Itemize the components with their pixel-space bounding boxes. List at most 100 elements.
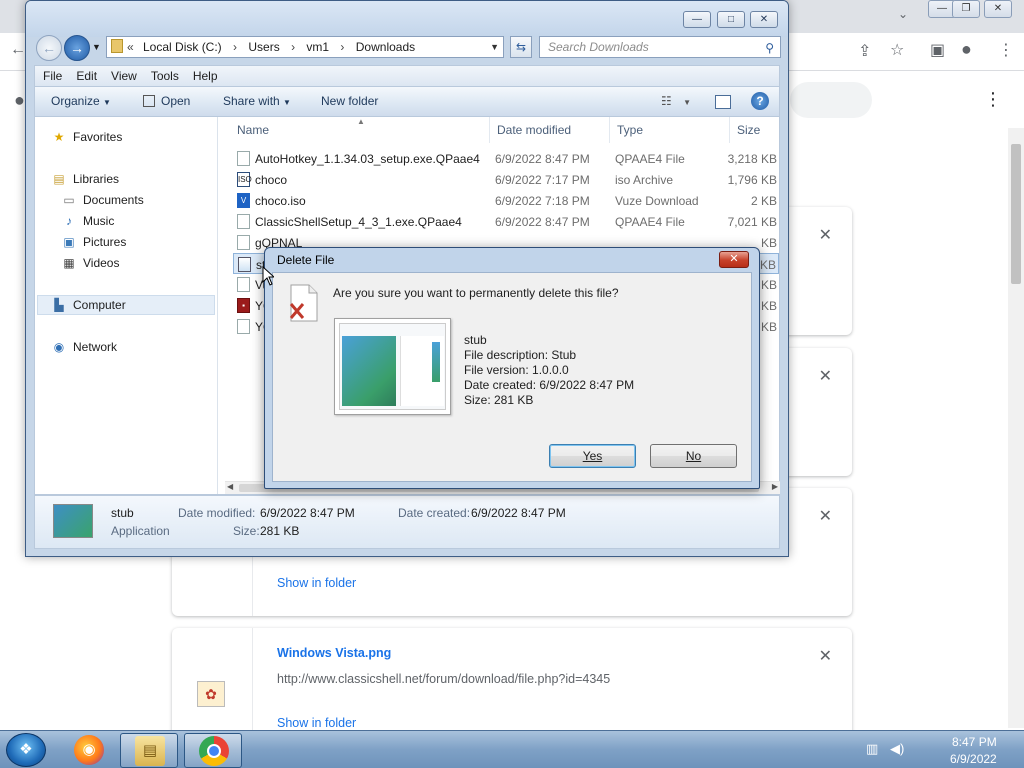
explorer-close-button[interactable]: ✕	[750, 11, 778, 28]
remove-download-icon[interactable]: ✕	[819, 366, 832, 386]
breadcrumb-vm1[interactable]: vm1	[306, 40, 329, 54]
nav-documents[interactable]: ▭ Documents	[61, 193, 143, 207]
nav-favorites-label: Favorites	[73, 130, 123, 144]
chrome-menu-icon[interactable]: ⋮	[998, 40, 1014, 60]
tab-search-icon[interactable]: ⌄	[898, 7, 908, 21]
organize-button[interactable]: Organize ▼	[51, 94, 111, 108]
share-with-label: Share with	[223, 94, 280, 108]
breadcrumb-separator[interactable]: ›	[291, 40, 295, 54]
column-type[interactable]: Type	[617, 123, 643, 137]
network-tray-icon[interactable]: ▥	[866, 741, 878, 757]
menu-tools[interactable]: Tools	[143, 66, 185, 83]
back-button[interactable]: ←	[36, 35, 62, 61]
nav-music[interactable]: ♪ Music	[61, 214, 114, 228]
show-in-folder-link[interactable]: Show in folder	[277, 576, 356, 590]
nav-libraries[interactable]: ▤ Libraries	[51, 172, 119, 186]
bookmark-star-icon[interactable]: ☆	[890, 40, 904, 60]
downloads-more-icon[interactable]: ⋮	[984, 89, 1002, 110]
breadcrumb-local-disk[interactable]: Local Disk (C:)	[143, 40, 222, 54]
menu-help[interactable]: Help	[185, 66, 224, 83]
clock-date[interactable]: 6/9/2022	[950, 752, 997, 766]
breadcrumb-separator[interactable]: ›	[233, 40, 237, 54]
taskbar-firefox[interactable]: ◉	[60, 733, 118, 768]
generic-file-icon	[237, 151, 250, 166]
page-scrollbar[interactable]	[1008, 128, 1024, 728]
address-bar[interactable]: « Local Disk (C:) › Users › vm1 › Downlo…	[106, 36, 504, 58]
explorer-maximize-button[interactable]: □	[717, 11, 745, 28]
detail-kind: Application	[111, 524, 170, 538]
address-dropdown-icon[interactable]: ▼	[490, 37, 499, 57]
refresh-button[interactable]: ⇆	[510, 36, 532, 58]
show-in-folder-link[interactable]: Show in folder	[277, 716, 356, 730]
menu-file[interactable]: File	[35, 66, 68, 83]
column-date-modified[interactable]: Date modified	[497, 123, 571, 137]
command-bar: Organize ▼ Open Share with ▼ New folder …	[34, 87, 780, 117]
volume-icon[interactable]: ◀)	[890, 741, 904, 757]
nav-favorites[interactable]: ★ Favorites	[51, 130, 123, 144]
clock-time[interactable]: 8:47 PM	[952, 735, 997, 749]
breadcrumb-downloads[interactable]: Downloads	[356, 40, 415, 54]
change-view-icon[interactable]: ☷ ▼	[661, 94, 691, 108]
scroll-right-icon[interactable]: ▶	[772, 482, 778, 491]
yes-button[interactable]: Yes	[549, 444, 636, 468]
scroll-left-icon[interactable]: ◀	[227, 482, 233, 491]
nav-videos-label: Videos	[83, 256, 120, 270]
nav-libraries-label: Libraries	[73, 172, 120, 186]
nav-computer[interactable]: ▙ Computer	[51, 298, 126, 312]
explorer-titlebar[interactable]: — □ ✕	[26, 1, 788, 37]
downloads-search[interactable]	[790, 82, 872, 118]
forward-button[interactable]: →	[64, 35, 90, 61]
dialog-body: Are you sure you want to permanently del…	[272, 272, 752, 482]
recent-pages-dropdown-icon[interactable]: ▼	[92, 42, 101, 52]
start-button[interactable]: ❖	[6, 733, 46, 767]
menu-view[interactable]: View	[103, 66, 143, 83]
address-overflow[interactable]: «	[127, 37, 134, 57]
detail-date-created-label: Date created:	[398, 506, 471, 520]
profile-avatar-icon[interactable]: ●	[961, 39, 972, 60]
file-size: KB	[760, 236, 777, 250]
remove-download-icon[interactable]: ✕	[819, 225, 832, 245]
close-window-button[interactable]: ✕	[984, 0, 1012, 18]
column-size[interactable]: Size	[737, 123, 760, 137]
download-title-link[interactable]: Windows Vista.png	[277, 646, 391, 660]
open-button[interactable]: Open	[143, 94, 190, 108]
breadcrumb-users[interactable]: Users	[248, 40, 279, 54]
nav-network[interactable]: ◉ Network	[51, 340, 117, 354]
breadcrumb-separator[interactable]: ›	[340, 40, 344, 54]
menu-edit[interactable]: Edit	[68, 66, 103, 83]
taskbar-chrome[interactable]	[184, 733, 242, 768]
share-with-button[interactable]: Share with ▼	[223, 94, 291, 108]
side-panel-icon[interactable]: ▣	[930, 40, 945, 60]
nav-pictures[interactable]: ▣ Pictures	[61, 235, 126, 249]
help-icon[interactable]: ?	[751, 92, 769, 110]
remove-download-icon[interactable]: ✕	[819, 646, 832, 666]
remove-download-icon[interactable]: ✕	[819, 506, 832, 526]
file-row[interactable]: ClassicShellSetup_4_3_1.exe.QPaae4 6/9/2…	[233, 211, 779, 232]
column-name[interactable]: Name	[237, 123, 269, 137]
taskbar-explorer[interactable]: ▤	[120, 733, 178, 768]
search-input[interactable]: Search Downloads ⚲	[539, 36, 781, 58]
delete-file-icon	[289, 284, 318, 322]
share-icon[interactable]: ⇪	[858, 41, 871, 61]
dialog-close-button[interactable]: ✕	[719, 251, 749, 268]
nav-computer-label: Computer	[73, 298, 126, 312]
no-button[interactable]: No	[650, 444, 737, 468]
file-row[interactable]: AutoHotkey_1.1.34.03_setup.exe.QPaae4 6/…	[233, 148, 779, 169]
explorer-minimize-button[interactable]: —	[683, 11, 711, 28]
nav-videos[interactable]: ▦ Videos	[61, 256, 119, 270]
generic-file-icon	[237, 319, 250, 334]
file-row[interactable]: ISO choco 6/9/2022 7:17 PM iso Archive 1…	[233, 169, 779, 190]
file-type: Vuze Download	[615, 194, 699, 208]
back-arrow-icon[interactable]: ←	[10, 41, 26, 59]
restore-button[interactable]: ❐	[952, 0, 980, 18]
preview-pane-icon[interactable]	[715, 95, 731, 109]
detail-size: 281 KB	[260, 524, 300, 538]
new-folder-button[interactable]: New folder	[321, 94, 378, 108]
file-date: 6/9/2022 8:47 PM	[495, 215, 590, 229]
dialog-file-description: File description: Stub	[464, 348, 577, 362]
search-icon[interactable]: ⚲	[765, 38, 774, 58]
file-size: 1,796 KB	[727, 173, 777, 187]
file-row[interactable]: V choco.iso 6/9/2022 7:18 PM Vuze Downlo…	[233, 190, 779, 211]
file-type: QPAAE4 File	[615, 215, 685, 229]
delete-file-dialog: Delete File ✕ Are you sure you want to p…	[264, 247, 760, 489]
